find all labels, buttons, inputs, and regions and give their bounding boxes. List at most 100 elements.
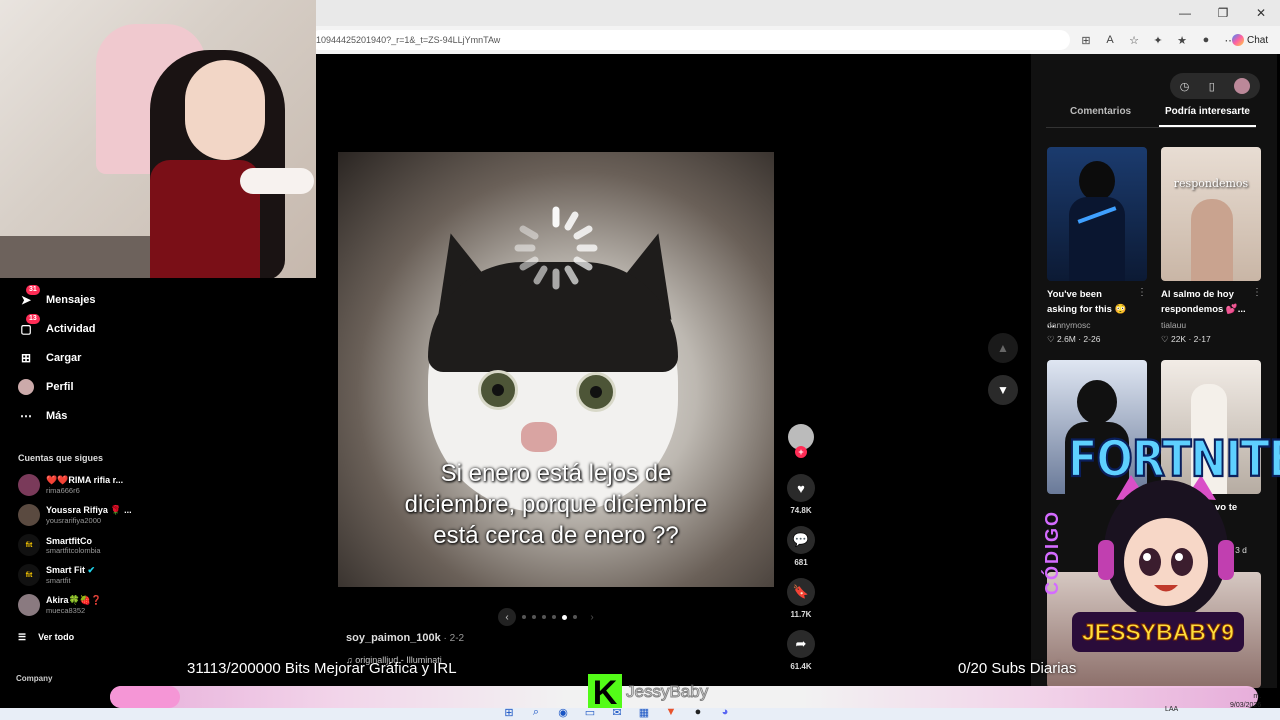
cat-nose	[521, 422, 557, 452]
close-button[interactable]: ✕	[1242, 0, 1280, 26]
edge-icon[interactable]: ◉	[554, 704, 572, 720]
view-controls: ◷ ▯	[1170, 73, 1260, 99]
address-bar[interactable]: 10944425201940?_r=1&_t=ZS-94LLjYmnTAw	[310, 30, 1070, 50]
video-thumbnail[interactable]: respondemos	[1161, 147, 1261, 281]
slide-dot[interactable]	[532, 615, 536, 619]
smartfit-logo-icon: fit	[18, 534, 40, 556]
paper-plane-icon: ➤ 31	[18, 285, 40, 308]
save-action[interactable]: 🔖 11.7K	[786, 578, 816, 619]
store-icon[interactable]: ▦	[635, 704, 653, 720]
comment-count: 681	[794, 558, 808, 567]
prev-slide-button[interactable]: ‹	[498, 608, 516, 626]
sidebar-item-label: Cargar	[46, 352, 82, 364]
file-explorer-icon[interactable]: ▭	[581, 704, 599, 720]
save-count: 11.7K	[790, 610, 812, 619]
system-clock[interactable]: m. 9/03/2026	[1230, 692, 1261, 710]
bookmark-icon[interactable]: 🔖	[787, 578, 815, 606]
like-count: 74.8K	[790, 506, 812, 515]
comment-action[interactable]: 💬 681	[786, 526, 816, 567]
heart-icon[interactable]: ♥	[787, 474, 815, 502]
follow-plus-icon[interactable]: +	[795, 446, 807, 458]
copilot-chat-button[interactable]: Chat	[1232, 30, 1268, 50]
creator-code-label: CÓDIGO	[1042, 510, 1062, 596]
brave-icon[interactable]: ▼	[662, 704, 680, 720]
following-item[interactable]: fit SmartfitCo smartfitcolombia	[18, 534, 101, 556]
see-all-button[interactable]: ☰ Ver todo	[18, 632, 74, 643]
slide-dot[interactable]	[573, 615, 577, 619]
favorite-icon[interactable]: ☆	[1124, 34, 1144, 47]
clock-time: m.	[1253, 693, 1262, 700]
video-author[interactable]: soy_paimon_100k · 2-2	[346, 632, 464, 644]
video-thumbnail[interactable]	[1047, 147, 1147, 281]
favorites-bar-icon[interactable]: ★	[1172, 34, 1192, 47]
card-user[interactable]: tialauu	[1161, 320, 1186, 330]
clock-date: 9/03/2026	[1230, 702, 1262, 709]
previous-video-button[interactable]: ▲	[988, 333, 1018, 363]
more-options-icon[interactable]: ⋮	[1137, 287, 1147, 298]
messages-badge: 31	[26, 285, 40, 295]
avatar	[18, 504, 40, 526]
profile-icon[interactable]: ●	[1196, 34, 1216, 46]
card-user[interactable]: dannymosc	[1047, 320, 1090, 330]
outlook-icon[interactable]: ✉	[608, 704, 626, 720]
footer-company-link[interactable]: Company	[16, 674, 52, 683]
card-title[interactable]: Al salmo de hoy respondemos 💕...	[1161, 287, 1247, 317]
sidebar-item-upload[interactable]: ⊞ Cargar	[18, 350, 82, 366]
sidebar: ➤ 31 Mensajes ▢ 13 Actividad ⊞ Cargar Perf…	[0, 278, 316, 688]
share-icon[interactable]: ➦	[787, 630, 815, 658]
restore-button[interactable]: ❐	[1204, 0, 1242, 26]
windows-start-icon[interactable]: ⊞	[500, 704, 518, 720]
next-slide-button[interactable]: ›	[583, 608, 601, 626]
translate-icon[interactable]: ⊞	[1076, 34, 1096, 47]
comment-icon[interactable]: 💬	[787, 526, 815, 554]
slide-dot[interactable]	[522, 615, 526, 619]
following-name: Youssra Rifiya 🌹 ...	[46, 505, 132, 515]
slide-dot[interactable]	[562, 614, 567, 620]
plus-square-icon: ⊞	[20, 351, 32, 365]
discord-icon[interactable]: ◕	[716, 704, 734, 720]
like-action[interactable]: ♥ 74.8K	[786, 474, 816, 515]
card-stats: ♡ 22K · 2-17	[1161, 334, 1211, 344]
sidebar-item-messages[interactable]: ➤ 31 Mensajes	[18, 285, 96, 308]
phone-icon[interactable]: ▯	[1209, 80, 1215, 93]
tab-comments[interactable]: Comentarios	[1046, 106, 1145, 127]
following-item[interactable]: fit Smart Fit ✔ smartfit	[18, 564, 95, 586]
following-handle: mueca8352	[46, 606, 86, 615]
smartfit-logo-icon: fit	[18, 564, 40, 586]
see-all-label: Ver todo	[38, 632, 75, 642]
minimize-button[interactable]: —	[1166, 0, 1204, 26]
sidebar-item-activity[interactable]: ▢ 13 Actividad	[18, 314, 96, 337]
avatar	[18, 474, 40, 496]
following-item[interactable]: ❤️❤️RIMA rifia r... rima666r6	[18, 474, 123, 496]
caption-line: diciembre, porque diciembre	[404, 491, 708, 518]
browser-toolbar: ⊞ A ☆ ✦ ★ ● ⋯	[1076, 30, 1240, 50]
following-item[interactable]: Akira🍀🍓❓ mueca8352	[18, 594, 102, 616]
following-name: Smart Fit ✔	[46, 565, 96, 575]
sidebar-item-profile[interactable]: Perfil	[18, 379, 74, 395]
following-name: ❤️❤️RIMA rifia r...	[46, 475, 124, 485]
more-options-icon[interactable]: ⋮	[1252, 287, 1262, 298]
following-handle: rima666r6	[46, 486, 80, 495]
sidebar-item-more[interactable]: ⋯ Más	[18, 408, 67, 424]
search-icon[interactable]: ⌕	[527, 704, 545, 720]
slide-dot[interactable]	[542, 615, 546, 619]
following-item[interactable]: Youssra Rifiya 🌹 ... yousrarifiya2000	[18, 504, 132, 526]
keyboard-language[interactable]: LAA	[1165, 706, 1178, 713]
tab-recommended[interactable]: Podría interesarte	[1158, 106, 1256, 127]
following-handle: smartfitcolombia	[46, 545, 101, 555]
following-handle: yousrarifiya2000	[46, 516, 102, 525]
share-action[interactable]: ➦ 61.4K	[786, 630, 816, 671]
author-name: soy_paimon_100k	[346, 632, 441, 644]
stream-overlay-accent	[110, 686, 180, 708]
slide-dot[interactable]	[552, 615, 556, 619]
obs-icon[interactable]: ●	[689, 704, 707, 720]
taskbar-apps: ⊞ ⌕ ◉ ▭ ✉ ▦ ▼ ● ◕	[500, 704, 734, 720]
extensions-icon[interactable]: ✦	[1148, 34, 1168, 47]
kick-channel-name: JessyBaby	[625, 682, 709, 702]
avatar[interactable]	[1234, 78, 1251, 94]
sidebar-item-label: Más	[46, 410, 68, 422]
read-aloud-icon[interactable]: A	[1100, 34, 1120, 46]
next-video-button[interactable]: ▼	[988, 375, 1018, 405]
share-count: 61.4K	[790, 662, 812, 671]
timer-icon[interactable]: ◷	[1180, 80, 1190, 93]
